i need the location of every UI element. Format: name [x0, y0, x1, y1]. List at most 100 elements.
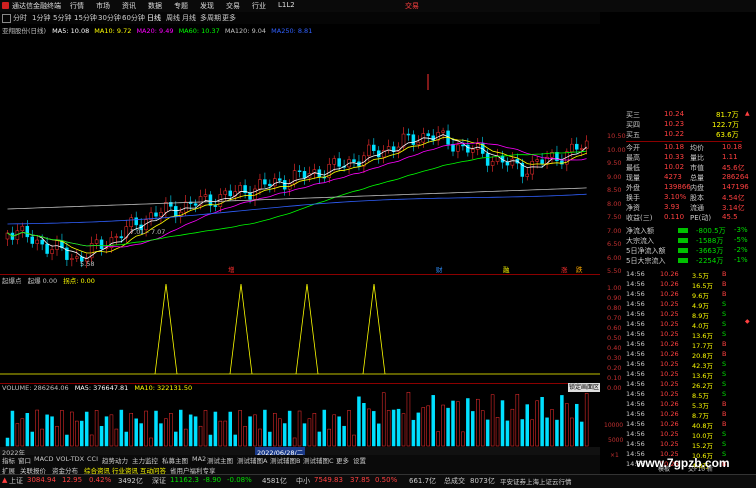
status-bar: ▲ 上证 3084.94 12.95 0.42% 3492亿 深证 11162.… [0, 474, 756, 488]
trade-button[interactable]: 交易 [405, 1, 419, 11]
date-scrollbar[interactable]: 2022年 2022/06/28/二 [0, 447, 600, 457]
volume-bar [45, 414, 49, 447]
divider [626, 141, 742, 142]
candle-body [282, 180, 287, 190]
indicator-axis-label: 0.00 [607, 384, 622, 392]
period-fenshi[interactable]: 分时 [13, 13, 27, 23]
candle-body [352, 159, 356, 163]
candle-body [332, 158, 336, 165]
menu-item-shuju[interactable]: 数据 [148, 1, 162, 11]
price-axis-label: 6.00 [607, 253, 622, 262]
period-daily[interactable]: 日线 [147, 13, 161, 23]
volume-bar [510, 408, 515, 447]
event-marker-finance[interactable]: 财 [436, 265, 443, 274]
tick-time: 14:56 [626, 270, 645, 278]
period-multi[interactable]: 多周期 [200, 13, 221, 23]
volume-bar [377, 423, 381, 447]
zx-label[interactable]: 中小 [296, 476, 310, 486]
volume-bar [238, 410, 242, 447]
price-axis-label: 8.50 [607, 186, 622, 194]
candle-body [530, 161, 534, 175]
candle-body [203, 194, 208, 197]
volume-bar [322, 409, 327, 447]
event-marker-margin[interactable]: 融 [503, 265, 510, 274]
period-15min[interactable]: 15分钟 [74, 13, 97, 23]
price-axis-label: 10.00 [607, 145, 626, 154]
volume-bar [431, 395, 435, 447]
flow-label: 净流入额 [626, 227, 654, 235]
tick-row: 14:56 10.25 8.5万 S [626, 390, 756, 400]
tick-price: 10.26 [660, 340, 679, 348]
tick-time: 14:56 [626, 370, 645, 378]
volume-bar [535, 400, 539, 447]
tick-direction: S [722, 440, 727, 448]
volume-bar [134, 418, 138, 447]
tick-row: 14:56 10.25 42.3万 S [626, 360, 756, 370]
tab-ma2[interactable]: MA2 [192, 455, 206, 463]
candlestick-chart[interactable]: 5.58 7.01 - 7.07 增 财 融 涨 跌 [0, 34, 600, 274]
event-marker-increase[interactable]: 增 [228, 265, 235, 274]
tab-cci[interactable]: CCI [87, 455, 98, 463]
menu-item-shichang[interactable]: 市场 [96, 1, 110, 11]
volume-bar [55, 425, 59, 447]
stats-block: 今开 10.18 均价 10.18 最高 10.33 量比 1.11 最低 10.02 市值 45.6… [626, 143, 756, 225]
candle-body [70, 258, 74, 260]
sz-label[interactable]: 深证 [152, 476, 166, 486]
period-30min[interactable]: 30分钟 [98, 13, 121, 23]
menu-item-l1l2[interactable]: L1L2 [278, 1, 295, 9]
period-5min[interactable]: 5分钟 [53, 13, 71, 23]
period-monthly[interactable]: 月线 [182, 13, 196, 23]
volume-bar [188, 414, 193, 447]
stat-row: 外盘 139866 内盘 147196 [626, 183, 756, 193]
tab-macd[interactable]: MACD [34, 455, 53, 463]
period-1min[interactable]: 1分钟 [32, 13, 50, 23]
event-marker-down[interactable]: 跌 [576, 265, 583, 274]
side-tool-icon[interactable]: ▲ [745, 110, 750, 117]
grid-icon[interactable] [2, 14, 11, 23]
candle-body [426, 133, 430, 137]
period-more[interactable]: 更多 [222, 13, 236, 23]
tick-volume: 15.2万 [692, 442, 713, 450]
candle-body [367, 144, 371, 157]
tick-volume: 9.6万 [692, 292, 709, 300]
volume-bar [60, 410, 64, 447]
menu-item-jiaoyi[interactable]: 交易 [226, 1, 240, 11]
volume-bar [347, 410, 351, 447]
tick-list[interactable]: 14:56 10.26 3.5万 B 14:56 10.26 16.5万 B 14:56 10.2… [626, 270, 756, 472]
tick-price: 10.25 [660, 310, 679, 318]
candle-body [471, 149, 475, 153]
title-bar: 通达信金融终端 行情 市场 资讯 数据 专题 发现 交易 行业 L1L2 交易 [0, 0, 756, 12]
menu-item-hangye[interactable]: 行业 [252, 1, 266, 11]
volume-bar [367, 408, 371, 447]
tick-volume: 16.5万 [692, 282, 713, 290]
candle-body [490, 161, 495, 166]
indicator-chart[interactable] [0, 274, 600, 384]
tick-time: 14:56 [626, 340, 645, 348]
menu-item-hangqing[interactable]: 行情 [70, 1, 84, 11]
volume-bar [490, 394, 495, 447]
menu-item-zhuanti[interactable]: 专题 [174, 1, 188, 11]
volume-bar [466, 398, 470, 447]
volume-bar [89, 434, 94, 447]
volume-bar [109, 414, 114, 447]
candle-body [278, 178, 282, 181]
tick-volume: 42.3万 [692, 362, 713, 370]
sh-label[interactable]: 上证 [9, 476, 23, 486]
side-tool-icon[interactable]: ◆ [745, 318, 750, 325]
period-60min[interactable]: 60分钟 [122, 13, 145, 23]
candle-body [505, 161, 510, 166]
stat-value: 1.11 [722, 153, 738, 161]
price-axis-label: 8.00 [607, 199, 622, 208]
tab-vol-tdx[interactable]: VOL-TDX [56, 455, 84, 463]
period-weekly[interactable]: 周线 [166, 13, 180, 23]
volume-chart[interactable] [0, 384, 600, 448]
volume-bar [441, 404, 445, 447]
menu-item-faxian[interactable]: 发现 [200, 1, 214, 11]
tick-row: 14:56 10.25 8.9万 S [626, 310, 756, 320]
event-marker-up[interactable]: 涨 [561, 265, 568, 274]
tick-time: 14:56 [626, 310, 645, 318]
menu-item-zixun[interactable]: 资讯 [122, 1, 136, 11]
tick-volume: 3.5万 [692, 272, 709, 280]
volume-bar [555, 419, 559, 447]
candle-body [466, 144, 470, 153]
